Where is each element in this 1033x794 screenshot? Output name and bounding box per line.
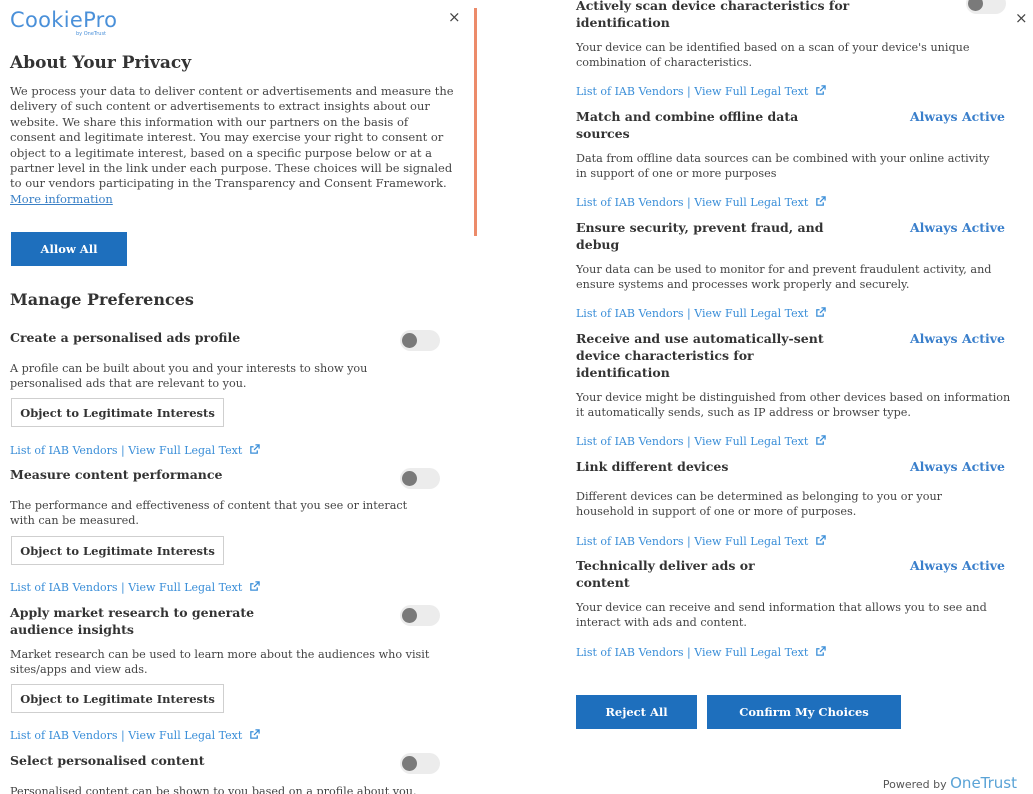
- legal-text-link[interactable]: View Full Legal Text: [694, 196, 808, 209]
- about-body: We process your data to deliver content …: [10, 84, 454, 191]
- always-active-badge: Always Active: [909, 331, 1005, 346]
- external-link-icon: [815, 196, 826, 206]
- iab-vendors-link[interactable]: List of IAB Vendors: [10, 729, 118, 742]
- pref-links: List of IAB Vendors | View Full Legal Te…: [10, 444, 260, 458]
- section-links: List of IAB Vendors | View Full Legal Te…: [576, 435, 826, 449]
- pref-links: List of IAB Vendors | View Full Legal Te…: [10, 729, 260, 743]
- toggle-knob: [402, 471, 417, 486]
- legal-text-link[interactable]: View Full Legal Text: [128, 729, 242, 742]
- external-link-icon: [815, 435, 826, 445]
- pref-desc: Personalised content can be shown to you…: [10, 785, 417, 794]
- always-active-badge: Always Active: [909, 459, 1005, 474]
- external-link-icon: [815, 85, 826, 95]
- legal-text-link[interactable]: View Full Legal Text: [694, 85, 808, 98]
- always-active-badge: Always Active: [909, 109, 1005, 124]
- toggle-knob: [402, 608, 417, 623]
- powered-by-label: Powered by: [882, 778, 947, 791]
- external-link-icon: [249, 729, 260, 739]
- section-links: List of IAB Vendors | View Full Legal Te…: [576, 535, 826, 549]
- section-desc: Data from offline data sources can be co…: [576, 152, 990, 181]
- pref-title: Select personalised content: [10, 753, 205, 768]
- cookiepro-logo: CookiePro: [10, 8, 118, 32]
- legal-text-link[interactable]: View Full Legal Text: [128, 444, 242, 457]
- section-links: List of IAB Vendors | View Full Legal Te…: [576, 196, 826, 210]
- object-legitimate-interests-button[interactable]: Object to Legitimate Interests: [11, 398, 224, 427]
- toggle-knob: [402, 756, 417, 771]
- close-icon[interactable]: ×: [1015, 11, 1028, 26]
- pref-desc: The performance and effectiveness of con…: [10, 499, 408, 528]
- pref-desc: A profile can be built about you and you…: [10, 362, 368, 391]
- toggle-knob: [402, 333, 417, 348]
- section-title: Ensure security, prevent fraud, and debu…: [576, 220, 824, 252]
- powered-by: Powered by OneTrust: [883, 774, 1017, 794]
- logo-subtitle: by OneTrust: [76, 31, 107, 37]
- iab-vendors-link[interactable]: List of IAB Vendors: [576, 535, 684, 548]
- pref-toggle[interactable]: [400, 330, 440, 351]
- iab-vendors-link[interactable]: List of IAB Vendors: [10, 581, 118, 594]
- section-desc: Your data can be used to monitor for and…: [576, 263, 992, 292]
- confirm-choices-button[interactable]: Confirm My Choices: [707, 695, 901, 729]
- legal-text-link[interactable]: View Full Legal Text: [694, 435, 808, 448]
- section-title: Link different devices: [576, 459, 729, 474]
- section-desc: Different devices can be determined as b…: [576, 490, 943, 519]
- section-desc: Your device can receive and send informa…: [576, 601, 987, 630]
- external-link-icon: [249, 444, 260, 454]
- always-active-badge: Always Active: [909, 558, 1005, 573]
- section-links: List of IAB Vendors | View Full Legal Te…: [576, 307, 826, 321]
- iab-vendors-link[interactable]: List of IAB Vendors: [576, 85, 684, 98]
- object-legitimate-interests-button[interactable]: Object to Legitimate Interests: [11, 684, 224, 713]
- external-link-icon: [249, 581, 260, 591]
- legal-text-link[interactable]: View Full Legal Text: [128, 581, 242, 594]
- always-active-badge: Always Active: [909, 220, 1005, 235]
- scrollbar-indicator[interactable]: [474, 8, 477, 236]
- preference-center-left: CookiePro by OneTrust × About Your Priva…: [0, 0, 470, 794]
- pref-desc: Market research can be used to learn mor…: [10, 648, 430, 677]
- close-icon[interactable]: ×: [448, 10, 461, 25]
- section-title: Technically deliver ads or content: [576, 558, 755, 590]
- section-title: Actively scan device characteristics for…: [576, 0, 850, 30]
- section-title: Receive and use automatically-sent devic…: [576, 331, 824, 380]
- more-information-link[interactable]: More information: [10, 192, 113, 206]
- reject-all-button[interactable]: Reject All: [576, 695, 697, 729]
- pref-title: Measure content performance: [10, 467, 223, 482]
- section-desc: Your device might be distinguished from …: [576, 391, 1011, 420]
- external-link-icon: [815, 646, 826, 656]
- pref-title: Apply market research to generate audien…: [10, 605, 255, 637]
- object-legitimate-interests-button[interactable]: Object to Legitimate Interests: [11, 536, 224, 565]
- iab-vendors-link[interactable]: List of IAB Vendors: [576, 307, 684, 320]
- preference-center-right: × Actively scan device characteristics f…: [560, 0, 1033, 794]
- pref-toggle[interactable]: [400, 468, 440, 489]
- pref-title: Create a personalised ads profile: [10, 330, 241, 345]
- section-desc: Your device can be identified based on a…: [576, 41, 970, 70]
- about-title: About Your Privacy: [10, 53, 192, 73]
- pref-toggle[interactable]: [400, 753, 440, 774]
- pref-toggle[interactable]: [400, 605, 440, 626]
- legal-text-link[interactable]: View Full Legal Text: [694, 307, 808, 320]
- allow-all-button[interactable]: Allow All: [11, 232, 127, 266]
- about-text: We process your data to deliver content …: [10, 84, 455, 207]
- iab-vendors-link[interactable]: List of IAB Vendors: [576, 196, 684, 209]
- toggle-knob: [968, 0, 983, 11]
- iab-vendors-link[interactable]: List of IAB Vendors: [10, 444, 118, 457]
- legal-text-link[interactable]: View Full Legal Text: [694, 535, 808, 548]
- manage-preferences-title: Manage Preferences: [10, 290, 194, 309]
- pref-toggle[interactable]: [966, 0, 1006, 14]
- pref-links: List of IAB Vendors | View Full Legal Te…: [10, 581, 260, 595]
- section-links: List of IAB Vendors | View Full Legal Te…: [576, 646, 826, 660]
- onetrust-logo[interactable]: OneTrust: [950, 774, 1017, 792]
- external-link-icon: [815, 307, 826, 317]
- section-links: List of IAB Vendors | View Full Legal Te…: [576, 85, 826, 99]
- iab-vendors-link[interactable]: List of IAB Vendors: [576, 435, 684, 448]
- legal-text-link[interactable]: View Full Legal Text: [694, 646, 808, 659]
- section-title: Match and combine offline data sources: [576, 109, 799, 141]
- iab-vendors-link[interactable]: List of IAB Vendors: [576, 646, 684, 659]
- external-link-icon: [815, 535, 826, 545]
